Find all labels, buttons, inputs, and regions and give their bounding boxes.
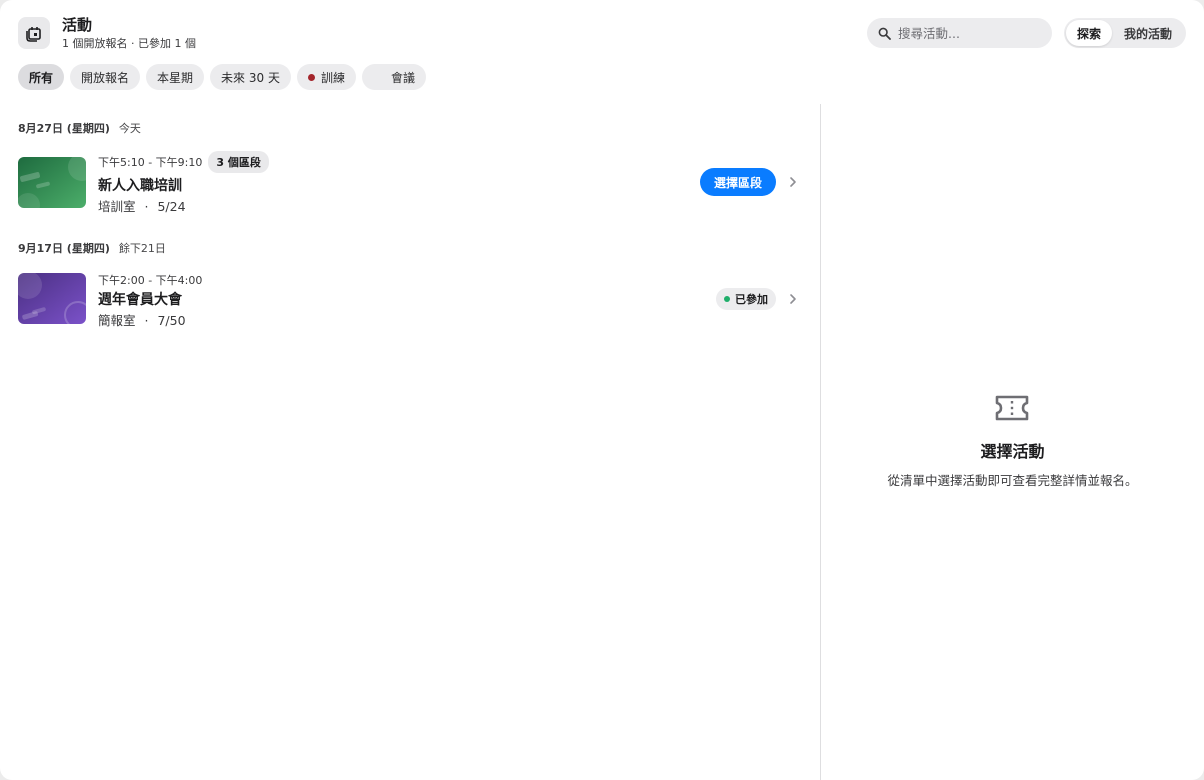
events-window: 活動 1 個開放報名 · 已參加 1 個 探索 我的活動 所有 開放報名 本星期… xyxy=(0,0,1204,780)
day-relative: 餘下21日 xyxy=(118,242,166,255)
event-list: 8月27日 (星期四) 今天 下午5:10 - 下午9:10 3 個區段 新人入… xyxy=(0,104,820,780)
filter-this-week[interactable]: 本星期 xyxy=(146,64,205,90)
page-subtitle: 1 個開放報名 · 已參加 1 個 xyxy=(62,37,196,50)
event-title: 新人入職培訓 xyxy=(98,178,182,194)
view-segmented-control: 探索 我的活動 xyxy=(1064,18,1186,48)
segment-explore[interactable]: 探索 xyxy=(1066,20,1112,46)
day-relative: 今天 xyxy=(118,122,141,135)
ticket-icon xyxy=(995,395,1029,421)
detail-pane: 選擇活動 從清單中選擇活動即可查看完整詳情並報名。 xyxy=(821,104,1204,780)
search-box[interactable] xyxy=(867,18,1052,48)
filter-label: 訓練 xyxy=(320,70,345,85)
filter-label: 會議 xyxy=(390,70,415,85)
event-capacity: 5/24 xyxy=(157,199,186,214)
segments-badge: 3 個區段 xyxy=(208,151,269,173)
meta-separator: · xyxy=(144,313,149,328)
day-date: 9月17日 (星期四) xyxy=(18,242,110,255)
filter-all[interactable]: 所有 xyxy=(18,64,65,90)
event-location: 培訓室 xyxy=(98,199,136,214)
header: 活動 1 個開放報名 · 已參加 1 個 探索 我的活動 xyxy=(0,0,1204,64)
status-label: 已參加 xyxy=(735,293,768,306)
event-time: 下午2:00 - 下午4:00 xyxy=(98,272,202,288)
segment-my-events[interactable]: 我的活動 xyxy=(1112,20,1184,46)
category-dot xyxy=(307,73,315,81)
event-time-text: 下午5:10 - 下午9:10 xyxy=(98,156,203,169)
chevron-right-icon xyxy=(790,294,796,304)
filter-meeting[interactable]: 會議 xyxy=(361,64,426,90)
event-row[interactable]: 下午2:00 - 下午4:00 週年會員大會 簡報室 · 7/50 已參加 xyxy=(0,268,820,332)
empty-state-title: 選擇活動 xyxy=(980,442,1045,461)
status-dot xyxy=(724,296,730,302)
category-dot xyxy=(378,74,385,81)
search-icon xyxy=(878,26,892,40)
page-title: 活動 xyxy=(62,16,93,34)
event-time: 下午5:10 - 下午9:10 3 個區段 xyxy=(98,151,269,173)
search-input[interactable] xyxy=(898,25,1038,41)
event-meta: 簡報室 · 7/50 xyxy=(98,310,186,329)
filter-next-30-days[interactable]: 未來 30 天 xyxy=(210,64,291,90)
day-date: 8月27日 (星期四) xyxy=(18,122,110,135)
day-header: 8月27日 (星期四) 今天 xyxy=(18,120,141,136)
filter-open-registration[interactable]: 開放報名 xyxy=(70,64,141,90)
select-segment-button[interactable]: 選擇區段 xyxy=(700,168,776,196)
event-thumbnail xyxy=(18,157,86,208)
event-location: 簡報室 xyxy=(98,313,136,328)
event-time-text: 下午2:00 - 下午4:00 xyxy=(98,274,203,287)
event-title: 週年會員大會 xyxy=(98,292,182,308)
day-header: 9月17日 (星期四) 餘下21日 xyxy=(18,240,166,256)
event-meta: 培訓室 · 5/24 xyxy=(98,196,186,215)
empty-state-text: 從清單中選擇活動即可查看完整詳情並報名。 xyxy=(887,473,1138,488)
event-capacity: 7/50 xyxy=(157,313,186,328)
filter-chips: 所有 開放報名 本星期 未來 30 天 訓練 會議 xyxy=(18,64,426,90)
calendar-stack-icon xyxy=(18,17,50,49)
joined-status-badge: 已參加 xyxy=(716,288,776,310)
filter-training[interactable]: 訓練 xyxy=(296,64,356,90)
event-row[interactable]: 下午5:10 - 下午9:10 3 個區段 新人入職培訓 培訓室 · 5/24 … xyxy=(0,150,820,214)
chevron-right-icon xyxy=(790,177,796,187)
event-thumbnail xyxy=(18,273,86,324)
meta-separator: · xyxy=(144,199,149,214)
